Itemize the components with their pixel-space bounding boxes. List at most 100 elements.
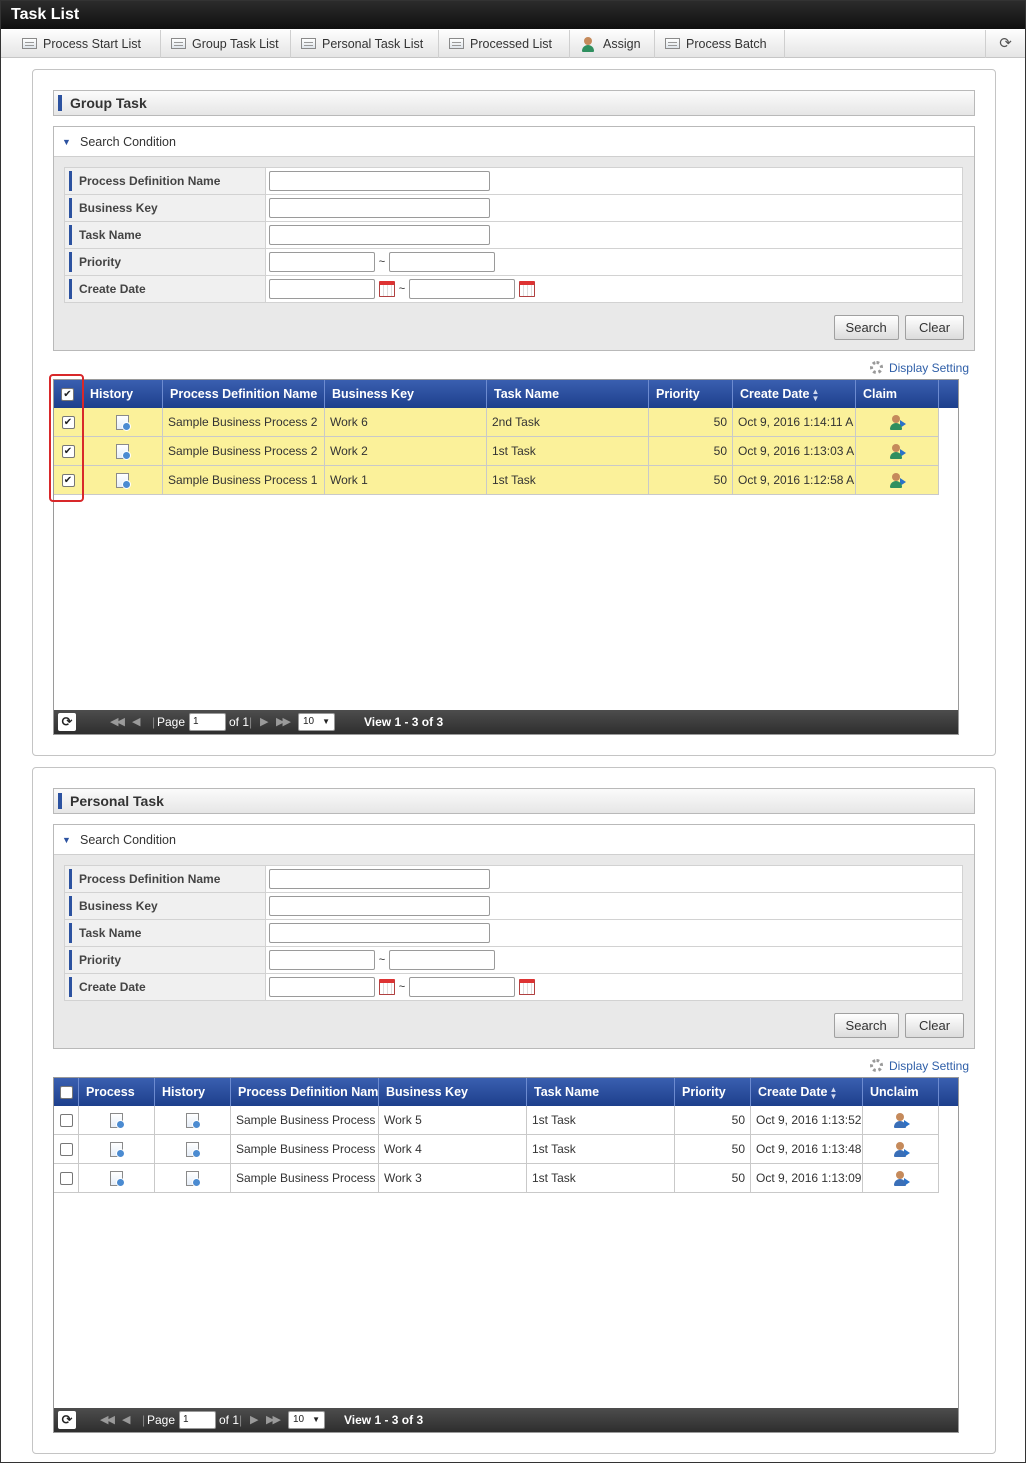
unclaim-icon[interactable] [892, 1170, 910, 1187]
history-cell[interactable] [155, 1106, 231, 1135]
first-page-icon[interactable]: ◀◀ [100, 1408, 115, 1432]
calendar-icon[interactable] [379, 281, 395, 297]
last-page-icon[interactable]: ▶▶ [276, 710, 291, 734]
row-checkbox[interactable] [59, 1114, 73, 1128]
last-page-icon[interactable]: ▶▶ [266, 1408, 281, 1432]
history-icon[interactable] [186, 1113, 201, 1130]
personal-task-list-button[interactable]: Personal Task List [291, 30, 439, 58]
refresh-icon[interactable]: ⟳ [985, 30, 1025, 58]
group-task-list-button[interactable]: Group Task List [161, 30, 291, 58]
next-page-icon[interactable]: ▶ [260, 710, 269, 734]
process-definition-name-input[interactable] [269, 171, 490, 191]
process-batch-button[interactable]: Process Batch [655, 30, 785, 58]
priority-to-input[interactable] [389, 950, 495, 970]
col-priority[interactable]: Priority [675, 1078, 751, 1106]
clear-button[interactable]: Clear [905, 315, 964, 340]
col-process-definition-name[interactable]: Process Definition Name [163, 380, 325, 408]
col-priority[interactable]: Priority [649, 380, 733, 408]
history-icon[interactable] [116, 415, 131, 432]
next-page-icon[interactable]: ▶ [250, 1408, 259, 1432]
search-condition-toggle[interactable]: ▼ Search Condition [54, 825, 974, 855]
history-cell[interactable] [155, 1164, 231, 1193]
clear-button[interactable]: Clear [905, 1013, 964, 1038]
history-icon[interactable] [116, 473, 131, 490]
col-unclaim[interactable]: Unclaim [863, 1078, 939, 1106]
history-cell[interactable] [83, 437, 163, 466]
claim-icon[interactable] [888, 472, 906, 489]
col-task-name[interactable]: Task Name [527, 1078, 675, 1106]
process-cell[interactable] [79, 1135, 155, 1164]
assign-button[interactable]: Assign [570, 30, 655, 58]
col-task-name[interactable]: Task Name [487, 380, 649, 408]
create-date-from-input[interactable] [269, 977, 375, 997]
calendar-icon[interactable] [519, 281, 535, 297]
priority-from-input[interactable] [269, 950, 375, 970]
display-setting-link[interactable]: Display Setting [869, 361, 969, 375]
table-row[interactable]: Sample Business Process Work 5 1st Task 50 O… [54, 1106, 939, 1135]
table-row[interactable]: Sample Business Process 2Work 62nd Task5… [54, 408, 939, 437]
process-cell[interactable] [79, 1164, 155, 1193]
business-key-input[interactable] [269, 896, 490, 916]
history-cell[interactable] [83, 408, 163, 437]
processed-list-button[interactable]: Processed List [439, 30, 570, 58]
table-row[interactable]: Sample Business Process Work 4 1st Task 50 O… [54, 1135, 939, 1164]
unclaim-cell[interactable] [863, 1164, 939, 1193]
claim-cell[interactable] [856, 466, 939, 495]
prev-page-icon[interactable]: ◀ [122, 1408, 131, 1432]
col-process[interactable]: Process [79, 1078, 155, 1106]
unclaim-cell[interactable] [863, 1106, 939, 1135]
first-page-icon[interactable]: ◀◀ [110, 710, 125, 734]
history-icon[interactable] [186, 1142, 201, 1159]
search-button[interactable]: Search [833, 1013, 899, 1038]
page-size-select[interactable]: 10 [288, 1411, 325, 1429]
unclaim-icon[interactable] [892, 1141, 910, 1158]
row-checkbox[interactable] [59, 1172, 73, 1186]
prev-page-icon[interactable]: ◀ [132, 710, 141, 734]
history-icon[interactable] [116, 444, 131, 461]
page-size-select[interactable]: 10 [298, 713, 335, 731]
calendar-icon[interactable] [519, 979, 535, 995]
task-name-input[interactable] [269, 225, 490, 245]
col-create-date[interactable]: Create Date ▲ ▼ [751, 1078, 863, 1106]
refresh-icon[interactable]: ⟳ [58, 713, 76, 731]
history-icon[interactable] [186, 1171, 201, 1188]
priority-from-input[interactable] [269, 252, 375, 272]
page-number-input[interactable]: 1 [179, 1411, 216, 1429]
display-setting-link[interactable]: Display Setting [869, 1059, 969, 1073]
process-cell[interactable] [79, 1106, 155, 1135]
table-row[interactable]: Sample Business Process 1Work 11st Task5… [54, 466, 939, 495]
table-row[interactable]: Sample Business Process 2Work 21st Task5… [54, 437, 939, 466]
claim-cell[interactable] [856, 437, 939, 466]
page-number-input[interactable]: 1 [189, 713, 226, 731]
create-date-to-input[interactable] [409, 279, 515, 299]
search-button[interactable]: Search [833, 315, 899, 340]
create-date-to-input[interactable] [409, 977, 515, 997]
col-create-date[interactable]: Create Date ▲ ▼ [733, 380, 856, 408]
unclaim-icon[interactable] [892, 1112, 910, 1129]
col-process-definition-name[interactable]: Process Definition Name [231, 1078, 379, 1106]
select-all-checkbox[interactable] [54, 1078, 79, 1106]
claim-icon[interactable] [888, 443, 906, 460]
create-date-from-input[interactable] [269, 279, 375, 299]
history-cell[interactable] [83, 466, 163, 495]
col-business-key[interactable]: Business Key [325, 380, 487, 408]
col-history[interactable]: History [83, 380, 163, 408]
process-icon[interactable] [110, 1171, 125, 1188]
table-row[interactable]: Sample Business Process Work 3 1st Task 50 O… [54, 1164, 939, 1193]
history-cell[interactable] [155, 1135, 231, 1164]
process-icon[interactable] [110, 1142, 125, 1159]
priority-to-input[interactable] [389, 252, 495, 272]
calendar-icon[interactable] [379, 979, 395, 995]
search-condition-toggle[interactable]: ▼ Search Condition [54, 127, 974, 157]
col-claim[interactable]: Claim [856, 380, 939, 408]
col-history[interactable]: History [155, 1078, 231, 1106]
unclaim-cell[interactable] [863, 1135, 939, 1164]
process-definition-name-input[interactable] [269, 869, 490, 889]
process-icon[interactable] [110, 1113, 125, 1130]
task-name-input[interactable] [269, 923, 490, 943]
business-key-input[interactable] [269, 198, 490, 218]
process-start-list-button[interactable]: Process Start List [12, 30, 161, 58]
row-checkbox[interactable] [59, 1143, 73, 1157]
refresh-icon[interactable]: ⟳ [58, 1411, 76, 1429]
claim-icon[interactable] [888, 414, 906, 431]
